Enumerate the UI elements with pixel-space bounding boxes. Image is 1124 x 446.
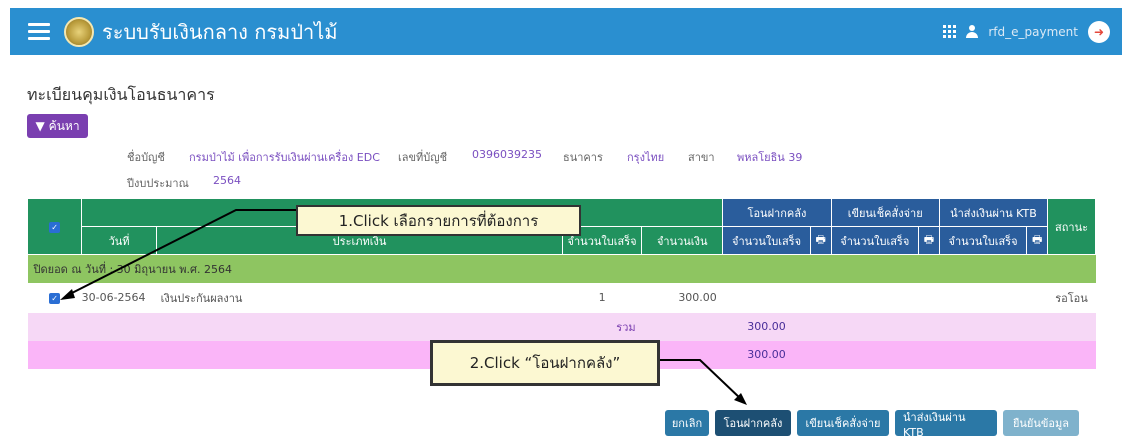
cheque-button[interactable]: เขียนเช็คสั่งจ่าย	[797, 410, 889, 436]
confirm-button[interactable]: ยืนยันข้อมูล	[1003, 410, 1079, 436]
ktb-button[interactable]: นำส่งเงินผ่าน KTB	[895, 410, 997, 439]
cancel-button[interactable]: ยกเลิก	[665, 410, 709, 436]
annotation-arrows	[60, 209, 747, 405]
transfer-button[interactable]: โอนฝากคลัง	[715, 410, 791, 436]
